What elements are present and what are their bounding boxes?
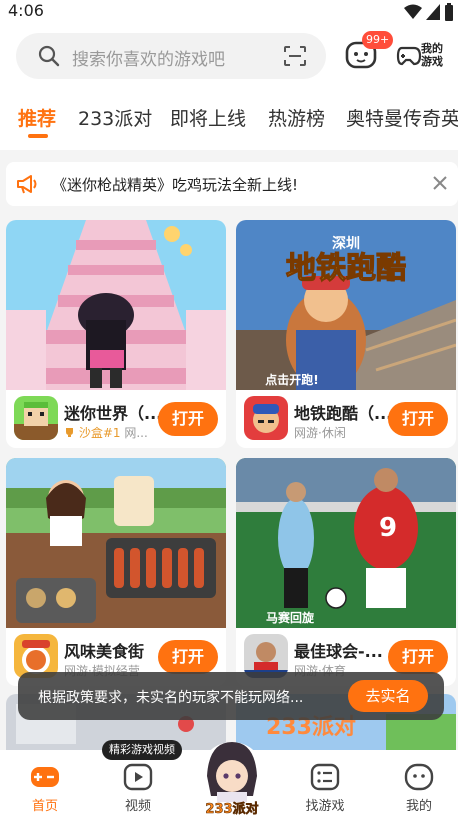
tab-hot-games[interactable]: 热游榜 (268, 104, 325, 131)
search-placeholder: 搜索你喜欢的游戏吧 (72, 50, 225, 70)
trophy-icon (66, 428, 73, 437)
game-cover: 深圳 地铁跑酷 点击开跑! (236, 220, 456, 390)
status-bar: 4:06 (0, 0, 458, 24)
tab-ultraman[interactable]: 奥特曼传奇英 (346, 104, 458, 131)
toast-text: 根据政策要求，未实名的玩家不能玩网络... (38, 690, 304, 706)
cover-soccer-sub: 马赛回旋 (266, 610, 315, 625)
wifi-icon (404, 4, 422, 19)
notice-text: 《迷你枪战精英》吃鸡玩法全新上线! (52, 176, 299, 194)
status-time: 4:06 (8, 1, 44, 20)
message-badge: 99+ (362, 31, 394, 49)
game-name: 风味美食街 (64, 642, 145, 661)
realname-toast: 根据政策要求，未实名的玩家不能玩网络... 去实名 (18, 672, 444, 720)
tab-coming-soon[interactable]: 即将上线 (170, 104, 246, 131)
tab-233-party[interactable]: 233派对 (78, 104, 152, 131)
game-meta: 沙盒#1 网... (64, 424, 160, 441)
close-icon[interactable] (432, 175, 448, 191)
verify-name-button[interactable]: 去实名 (348, 680, 428, 712)
search-input[interactable]: 搜索你喜欢的游戏吧 (16, 33, 326, 79)
video-icon (123, 763, 153, 791)
game-cover (6, 458, 226, 628)
open-button[interactable]: 打开 (158, 640, 218, 674)
game-name: 最佳球会-... (294, 642, 383, 661)
nav-label: 找游戏 (305, 799, 345, 814)
status-icons (404, 3, 454, 21)
nav-label: 我的 (405, 799, 432, 814)
cover-jersey-number: 9 (379, 513, 397, 543)
game-meta-text: 网... (120, 426, 148, 440)
nav-233-party[interactable]: 233派对 (197, 736, 267, 820)
nav-home[interactable]: 首页 (10, 750, 80, 820)
open-button[interactable]: 打开 (158, 402, 218, 436)
nav-find-games[interactable]: 找游戏 (290, 750, 360, 820)
rank-text: 沙盒#1 (78, 426, 121, 440)
battery-icon (445, 3, 453, 21)
game-icon (14, 396, 58, 440)
cover-subway-sub: 点击开跑! (265, 372, 318, 387)
category-tabs: 推荐 233派对 即将上线 热游榜 奥特曼传奇英 (0, 88, 458, 150)
game-card[interactable]: 风味美食街 网游·模拟经营 打开 (6, 458, 226, 686)
party-center-label: 233派对 (205, 802, 259, 818)
notice-bar[interactable]: 《迷你枪战精英》吃鸡玩法全新上线! (6, 162, 458, 206)
game-card[interactable]: 迷你世界（... 沙盒#1 网... 打开 (6, 220, 226, 448)
nav-video[interactable]: 视频 (103, 750, 173, 820)
tab-indicator (28, 134, 48, 138)
nav-profile[interactable]: 我的 (384, 750, 454, 820)
gamepad-icon (31, 767, 59, 787)
video-tip: 精彩游戏视频 (102, 740, 182, 760)
cover-subway-top: 深圳 (332, 235, 360, 252)
game-name: 迷你世界（... (64, 404, 160, 423)
game-card[interactable]: 深圳 地铁跑酷 点击开跑! 地铁跑酷（... 网游·休闲 打开 (236, 220, 456, 448)
gamepad-icon (396, 46, 422, 66)
game-icon (244, 396, 288, 440)
search-icon (38, 45, 60, 67)
signal-icon (426, 4, 440, 20)
nav-label: 视频 (124, 799, 151, 814)
smile-icon (404, 763, 434, 791)
megaphone-icon (17, 175, 37, 194)
scan-icon[interactable] (284, 46, 306, 66)
game-cover (6, 220, 226, 390)
game-card[interactable]: 9 马赛回旋 最佳球会-... 网游·体育 打开 (236, 458, 456, 686)
list-icon (310, 763, 340, 791)
open-button[interactable]: 打开 (388, 402, 448, 436)
game-cover: 9 马赛回旋 (236, 458, 456, 628)
tab-recommend[interactable]: 推荐 (18, 104, 56, 131)
game-meta: 网游·休闲 (294, 426, 346, 440)
cover-subway-title: 地铁跑酷 (286, 251, 406, 286)
nav-label: 首页 (31, 799, 58, 814)
header: 搜索你喜欢的游戏吧 99+ 我的游戏 (0, 24, 458, 88)
rank-badge: 沙盒#1 (64, 426, 121, 440)
game-name: 地铁跑酷（... (294, 404, 390, 423)
my-games-label: 我的游戏 (421, 42, 443, 68)
open-button[interactable]: 打开 (388, 640, 448, 674)
